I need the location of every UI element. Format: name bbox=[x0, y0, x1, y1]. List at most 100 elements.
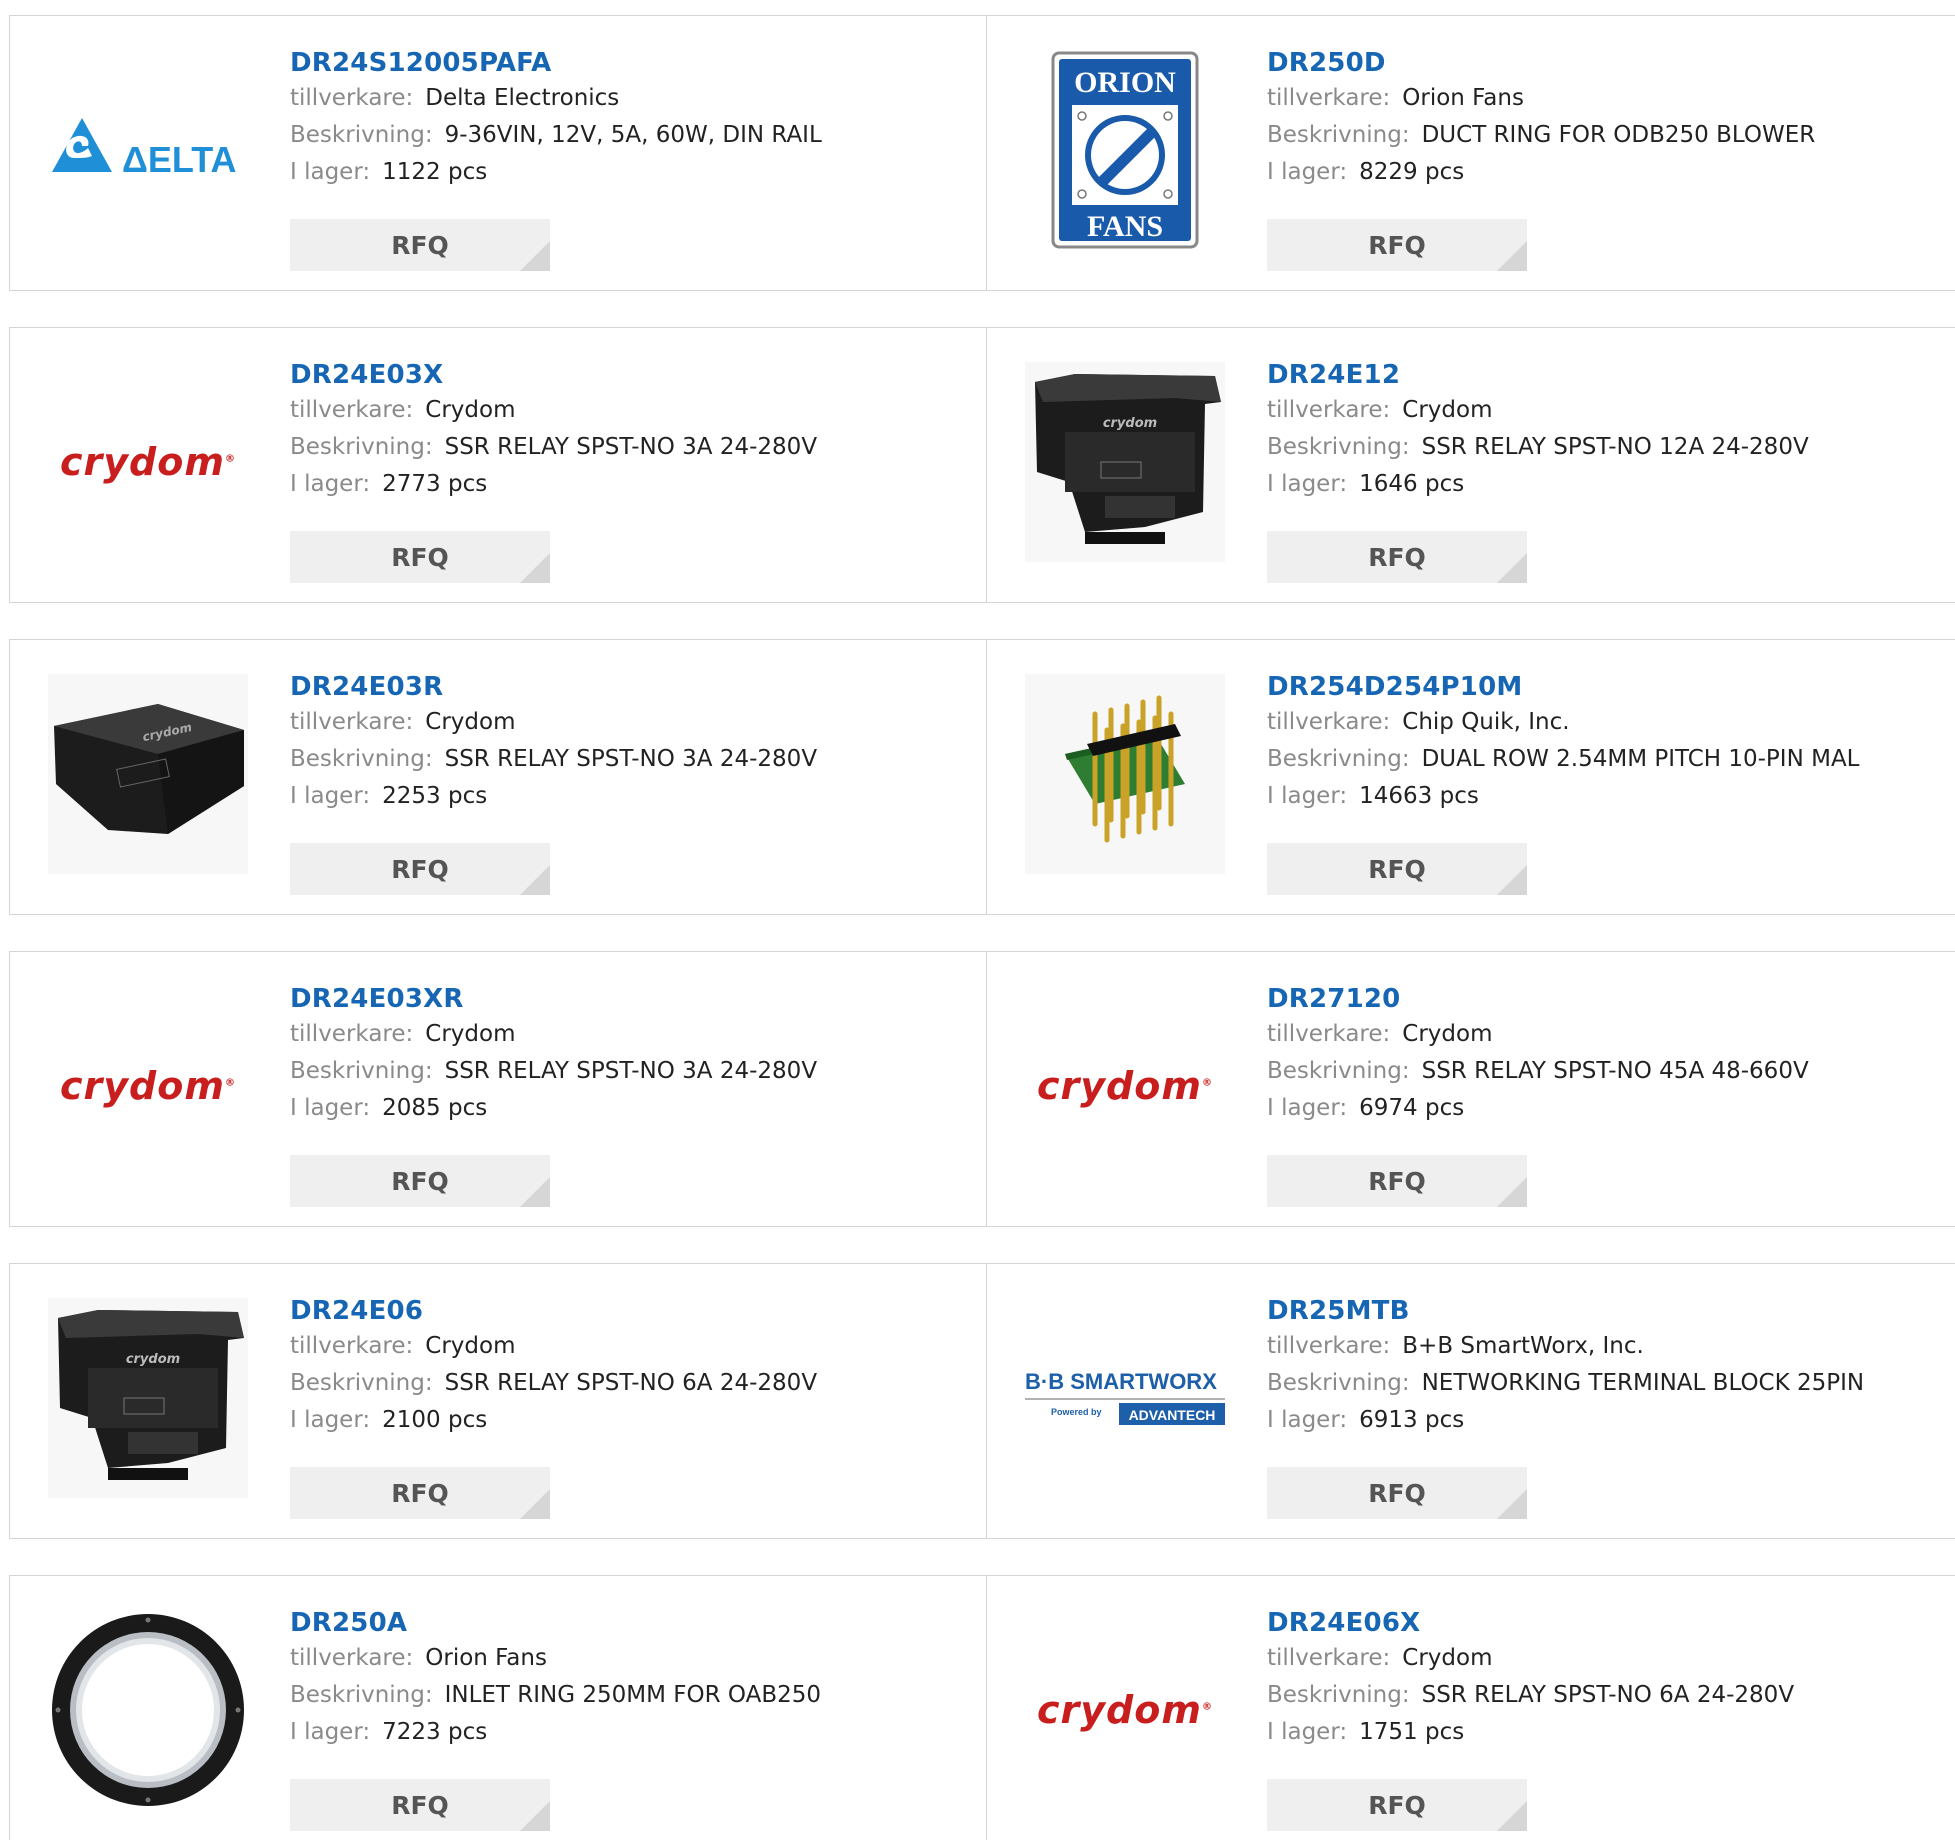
part-number-link[interactable]: DR25MTB bbox=[1267, 1294, 1410, 1328]
stock-value: 6913 pcs bbox=[1359, 1407, 1465, 1433]
product-card: crydom DR24E06 tillverkare: Crydom Beskri… bbox=[9, 1263, 987, 1539]
description-row: Beskrivning: NETWORKING TERMINAL BLOCK 25… bbox=[1267, 1365, 1945, 1402]
product-card: crydom® DR27120 tillverkare: Crydom Beskr… bbox=[986, 951, 1955, 1227]
manufacturer-row: tillverkare: Crydom bbox=[290, 1328, 977, 1365]
part-number-link[interactable]: DR254D254P10M bbox=[1267, 670, 1522, 704]
svg-text:ORION: ORION bbox=[1074, 66, 1176, 99]
description-label: Beskrivning: bbox=[1267, 1682, 1410, 1708]
part-number-link[interactable]: DR24S12005PAFA bbox=[290, 46, 551, 80]
manufacturer-label: tillverkare: bbox=[290, 709, 414, 735]
manufacturer-value: Crydom bbox=[425, 397, 516, 423]
part-number-link[interactable]: DR24E03X bbox=[290, 358, 443, 392]
rfq-button[interactable]: RFQ bbox=[290, 1467, 550, 1519]
manufacturer-label: tillverkare: bbox=[1267, 1333, 1391, 1359]
rfq-label: RFQ bbox=[391, 854, 449, 884]
crydom-logo: crydom® bbox=[60, 440, 236, 484]
rfq-button[interactable]: RFQ bbox=[290, 1155, 550, 1207]
description-label: Beskrivning: bbox=[290, 1058, 433, 1084]
description-row: Beskrivning: INLET RING 250MM FOR OAB250 bbox=[290, 1677, 977, 1714]
description-value: 9-36VIN, 12V, 5A, 60W, DIN RAIL bbox=[444, 122, 822, 148]
manufacturer-value: B+B SmartWorx, Inc. bbox=[1402, 1333, 1644, 1359]
rfq-label: RFQ bbox=[391, 1478, 449, 1508]
corner-triangle-icon bbox=[1497, 241, 1527, 271]
rfq-label: RFQ bbox=[391, 1790, 449, 1820]
description-value: SSR RELAY SPST-NO 3A 24-280V bbox=[444, 434, 818, 460]
rfq-button[interactable]: RFQ bbox=[1267, 531, 1527, 583]
manufacturer-row: tillverkare: Delta Electronics bbox=[290, 80, 977, 117]
rfq-button[interactable]: RFQ bbox=[290, 1779, 550, 1831]
product-card: ΔELTA DR24S12005PAFA tillverkare: Delta E… bbox=[9, 15, 987, 291]
description-value: DUAL ROW 2.54MM PITCH 10-PIN MAL bbox=[1421, 746, 1860, 772]
part-number-link[interactable]: DR24E06 bbox=[290, 1294, 423, 1328]
manufacturer-row: tillverkare: Crydom bbox=[290, 1016, 977, 1053]
corner-triangle-icon bbox=[1497, 865, 1527, 895]
stock-value: 2773 pcs bbox=[382, 471, 488, 497]
description-label: Beskrivning: bbox=[290, 1682, 433, 1708]
description-value: SSR RELAY SPST-NO 6A 24-280V bbox=[444, 1370, 818, 1396]
description-row: Beskrivning: DUCT RING FOR ODB250 BLOWER bbox=[1267, 117, 1945, 154]
part-number-link[interactable]: DR24E03R bbox=[290, 670, 443, 704]
manufacturer-label: tillverkare: bbox=[1267, 85, 1391, 111]
description-row: Beskrivning: SSR RELAY SPST-NO 45A 48-660… bbox=[1267, 1053, 1945, 1090]
delta-logo: ΔELTA bbox=[48, 50, 248, 250]
manufacturer-value: Orion Fans bbox=[425, 1645, 547, 1671]
stock-row: I lager: 14663 pcs bbox=[1267, 778, 1945, 815]
rfq-button[interactable]: RFQ bbox=[290, 531, 550, 583]
part-number-link[interactable]: DR24E12 bbox=[1267, 358, 1400, 392]
product-card: DR254D254P10M tillverkare: Chip Quik, Inc… bbox=[986, 639, 1955, 915]
description-row: Beskrivning: SSR RELAY SPST-NO 3A 24-280V bbox=[290, 1053, 977, 1090]
rfq-button[interactable]: RFQ bbox=[1267, 1779, 1527, 1831]
stock-label: I lager: bbox=[1267, 1719, 1348, 1745]
stock-value: 2253 pcs bbox=[382, 783, 488, 809]
description-label: Beskrivning: bbox=[1267, 1370, 1410, 1396]
description-row: Beskrivning: SSR RELAY SPST-NO 6A 24-280V bbox=[1267, 1677, 1945, 1714]
product-card: B·B SMARTWORX Powered by ADVANTECH DR25M… bbox=[986, 1263, 1955, 1539]
description-value: SSR RELAY SPST-NO 12A 24-280V bbox=[1421, 434, 1809, 460]
corner-triangle-icon bbox=[1497, 1177, 1527, 1207]
inlet-ring-photo bbox=[48, 1610, 248, 1810]
relay-photo: crydom bbox=[1025, 362, 1225, 562]
product-card: crydom DR24E03R tillverkare: Crydom Beskr… bbox=[9, 639, 987, 915]
manufacturer-row: tillverkare: Orion Fans bbox=[290, 1640, 977, 1677]
part-number-link[interactable]: DR24E03XR bbox=[290, 982, 464, 1016]
rfq-button[interactable]: RFQ bbox=[1267, 219, 1527, 271]
part-number-link[interactable]: DR250A bbox=[290, 1606, 407, 1640]
manufacturer-row: tillverkare: Crydom bbox=[1267, 392, 1945, 429]
manufacturer-value: Crydom bbox=[1402, 1021, 1493, 1047]
manufacturer-row: tillverkare: Orion Fans bbox=[1267, 80, 1945, 117]
manufacturer-value: Crydom bbox=[425, 1021, 516, 1047]
stock-value: 2085 pcs bbox=[382, 1095, 488, 1121]
rfq-button[interactable]: RFQ bbox=[1267, 1155, 1527, 1207]
product-card: crydom® DR24E06X tillverkare: Crydom Besk… bbox=[986, 1575, 1955, 1840]
stock-row: I lager: 1751 pcs bbox=[1267, 1714, 1945, 1751]
part-number-link[interactable]: DR250D bbox=[1267, 46, 1386, 80]
part-number-link[interactable]: DR24E06X bbox=[1267, 1606, 1420, 1640]
manufacturer-row: tillverkare: Crydom bbox=[1267, 1640, 1945, 1677]
stock-label: I lager: bbox=[290, 783, 371, 809]
description-value: SSR RELAY SPST-NO 6A 24-280V bbox=[1421, 1682, 1795, 1708]
svg-text:FANS: FANS bbox=[1087, 210, 1163, 243]
rfq-label: RFQ bbox=[1368, 1478, 1426, 1508]
rfq-label: RFQ bbox=[1368, 1166, 1426, 1196]
corner-triangle-icon bbox=[520, 241, 550, 271]
svg-text:ΔELTA: ΔELTA bbox=[122, 139, 237, 180]
description-label: Beskrivning: bbox=[1267, 434, 1410, 460]
svg-text:B·B SMARTWORX: B·B SMARTWORX bbox=[1025, 1369, 1217, 1394]
rfq-button[interactable]: RFQ bbox=[290, 843, 550, 895]
manufacturer-label: tillverkare: bbox=[1267, 709, 1391, 735]
rfq-label: RFQ bbox=[1368, 1790, 1426, 1820]
manufacturer-value: Crydom bbox=[425, 1333, 516, 1359]
bb-smartworx-logo: B·B SMARTWORX Powered by ADVANTECH bbox=[1025, 1298, 1225, 1498]
part-number-link[interactable]: DR27120 bbox=[1267, 982, 1400, 1016]
corner-triangle-icon bbox=[520, 1801, 550, 1831]
corner-triangle-icon bbox=[1497, 553, 1527, 583]
manufacturer-row: tillverkare: Chip Quik, Inc. bbox=[1267, 704, 1945, 741]
description-label: Beskrivning: bbox=[290, 434, 433, 460]
stock-row: I lager: 2773 pcs bbox=[290, 466, 977, 503]
rfq-button[interactable]: RFQ bbox=[1267, 843, 1527, 895]
description-label: Beskrivning: bbox=[1267, 1058, 1410, 1084]
rfq-button[interactable]: RFQ bbox=[1267, 1467, 1527, 1519]
manufacturer-value: Orion Fans bbox=[1402, 85, 1524, 111]
rfq-button[interactable]: RFQ bbox=[290, 219, 550, 271]
description-row: Beskrivning: SSR RELAY SPST-NO 6A 24-280V bbox=[290, 1365, 977, 1402]
